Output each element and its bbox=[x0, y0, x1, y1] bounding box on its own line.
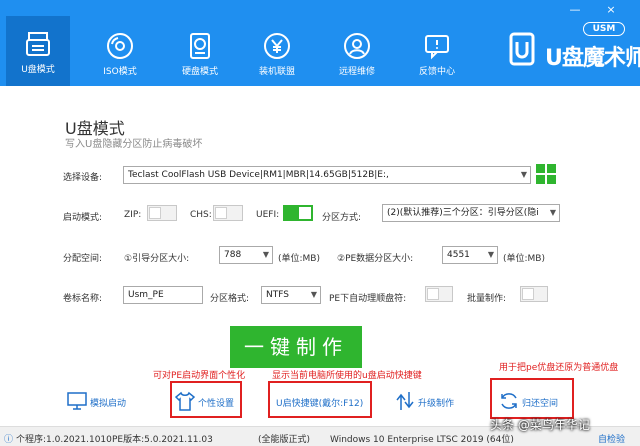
chs-toggle[interactable] bbox=[213, 205, 243, 221]
tool-label: 个性设置 bbox=[198, 399, 235, 409]
yen-coin-icon bbox=[264, 33, 290, 59]
partition-mode-value: (2)(默认推荐)三个分区：引导分区(隐i bbox=[387, 208, 539, 218]
nav-label: 装机联盟 bbox=[258, 67, 295, 77]
nav-label: U盘模式 bbox=[21, 65, 55, 75]
pe-part-size-select[interactable]: 4551 ▼ bbox=[442, 246, 498, 264]
boot-part-label: ①引导分区大小: bbox=[124, 254, 190, 264]
feedback-icon bbox=[425, 35, 449, 60]
top-nav-bar: — × U盘模式 ISO模式 硬盘模式 装机联盟 远程维修 反馈中心 USM U… bbox=[0, 0, 640, 86]
minimize-button[interactable]: — bbox=[568, 4, 582, 16]
os-info: Windows 10 Enterprise LTSC 2019 (64位) bbox=[330, 435, 514, 445]
nav-usb-mode[interactable]: U盘模式 bbox=[6, 16, 70, 86]
monitor-icon bbox=[67, 392, 87, 410]
partition-mode-select[interactable]: (2)(默认推荐)三个分区：引导分区(隐i ▼ bbox=[382, 204, 560, 222]
tool-label: 升级制作 bbox=[418, 399, 455, 409]
annotation-hotkey: 显示当前电脑所使用的u盘启动快捷键 bbox=[272, 371, 422, 381]
page-subtitle: 写入U盘隐藏分区防止病毒破坏 bbox=[65, 139, 203, 150]
nav-label: ISO模式 bbox=[103, 67, 137, 77]
device-select-value: Teclast CoolFlash USB Device|RM1|MBR|14.… bbox=[128, 170, 389, 180]
hard-disk-icon bbox=[190, 33, 210, 59]
volume-label: 卷标名称: bbox=[63, 294, 103, 304]
chevron-down-icon: ▼ bbox=[310, 290, 317, 299]
chevron-down-icon: ▼ bbox=[487, 250, 494, 259]
upgrade-arrows-icon bbox=[396, 392, 414, 410]
format-value: NTFS bbox=[266, 290, 289, 300]
brand-usm-badge: USM bbox=[583, 22, 625, 36]
nav-label: 硬盘模式 bbox=[181, 67, 218, 77]
pe-part-unit: (单位:MB) bbox=[503, 254, 545, 264]
boot-mode-label: 启动模式: bbox=[63, 213, 103, 223]
batch-toggle[interactable] bbox=[520, 286, 548, 302]
restore-space-button[interactable]: 归还空间 bbox=[498, 388, 568, 414]
zip-toggle[interactable] bbox=[147, 205, 177, 221]
disc-icon bbox=[107, 33, 133, 59]
volume-name-input[interactable]: Usm_PE bbox=[123, 286, 203, 304]
uefi-toggle[interactable] bbox=[283, 205, 313, 221]
simulate-boot-button[interactable]: 模拟启动 bbox=[66, 388, 146, 414]
restore-icon bbox=[501, 393, 517, 409]
format-select[interactable]: NTFS ▼ bbox=[261, 286, 321, 304]
uefi-label: UEFI: bbox=[256, 210, 280, 220]
pe-part-value: 4551 bbox=[447, 250, 470, 260]
chs-label: CHS: bbox=[190, 210, 212, 220]
pe-auto-toggle[interactable] bbox=[425, 286, 453, 302]
device-select[interactable]: Teclast CoolFlash USB Device|RM1|MBR|14.… bbox=[123, 166, 531, 184]
usm-logo-icon bbox=[509, 32, 535, 66]
brand-name: U盘魔术师 bbox=[545, 46, 640, 71]
self-check-link[interactable]: 自检验 bbox=[598, 432, 625, 445]
chevron-down-icon: ▼ bbox=[262, 250, 269, 259]
tool-label: 归还空间 bbox=[522, 399, 559, 409]
watermark: 头条 @菜鸟年华记 bbox=[490, 418, 590, 432]
annotation-personal: 可对PE启动界面个性化 bbox=[153, 371, 246, 381]
info-icon: ⓘ bbox=[4, 435, 14, 445]
nav-label: 远程维修 bbox=[338, 67, 375, 77]
boot-part-value: 788 bbox=[224, 250, 242, 260]
annotation-restore: 用于把pe优盘还原为普通优盘 bbox=[499, 363, 619, 373]
nav-label: 反馈中心 bbox=[418, 67, 455, 77]
boot-part-unit: (单位:MB) bbox=[278, 254, 320, 264]
tool-label: U启快捷键(戴尔:F12) bbox=[276, 399, 364, 409]
volume-value: Usm_PE bbox=[128, 290, 164, 300]
partition-mode-label: 分区方式: bbox=[322, 213, 362, 223]
remote-support-icon bbox=[344, 33, 370, 59]
alloc-label: 分配空间: bbox=[63, 254, 103, 264]
tool-label: 模拟启动 bbox=[90, 399, 127, 409]
personal-settings-button[interactable]: 个性设置 bbox=[174, 388, 242, 414]
boot-part-size-select[interactable]: 788 ▼ bbox=[219, 246, 273, 264]
batch-label: 批量制作: bbox=[467, 294, 507, 304]
chevron-down-icon: ▼ bbox=[520, 170, 527, 179]
refresh-devices-icon[interactable] bbox=[536, 164, 556, 184]
nav-iso-mode[interactable]: ISO模式 bbox=[88, 22, 152, 86]
upgrade-make-button[interactable]: 升级制作 bbox=[394, 388, 464, 414]
nav-install-alliance[interactable]: 装机联盟 bbox=[245, 22, 309, 86]
nav-remote-repair[interactable]: 远程维修 bbox=[325, 22, 389, 86]
one-click-make-button[interactable]: 一键制作 bbox=[230, 326, 362, 368]
pe-auto-label: PE下自动理顺盘符: bbox=[329, 294, 407, 304]
tshirt-icon bbox=[174, 391, 196, 411]
format-label: 分区格式: bbox=[210, 294, 250, 304]
edition: (全能版正式) bbox=[258, 435, 311, 445]
chevron-down-icon: ▼ bbox=[549, 208, 556, 217]
pe-part-label: ②PE数据分区大小: bbox=[337, 254, 414, 264]
nav-feedback-center[interactable]: 反馈中心 bbox=[405, 22, 469, 86]
usb-hotkey-button[interactable]: U启快捷键(戴尔:F12) bbox=[276, 388, 372, 414]
zip-label: ZIP: bbox=[124, 210, 142, 220]
device-label: 选择设备: bbox=[63, 173, 103, 183]
usb-drive-icon bbox=[26, 32, 50, 56]
program-version: 个程序:1.0.2021.1010 bbox=[16, 435, 112, 445]
pe-version: PE版本:5.0.2021.11.03 bbox=[112, 435, 213, 445]
close-button[interactable]: × bbox=[604, 4, 618, 16]
nav-hdd-mode[interactable]: 硬盘模式 bbox=[168, 22, 232, 86]
